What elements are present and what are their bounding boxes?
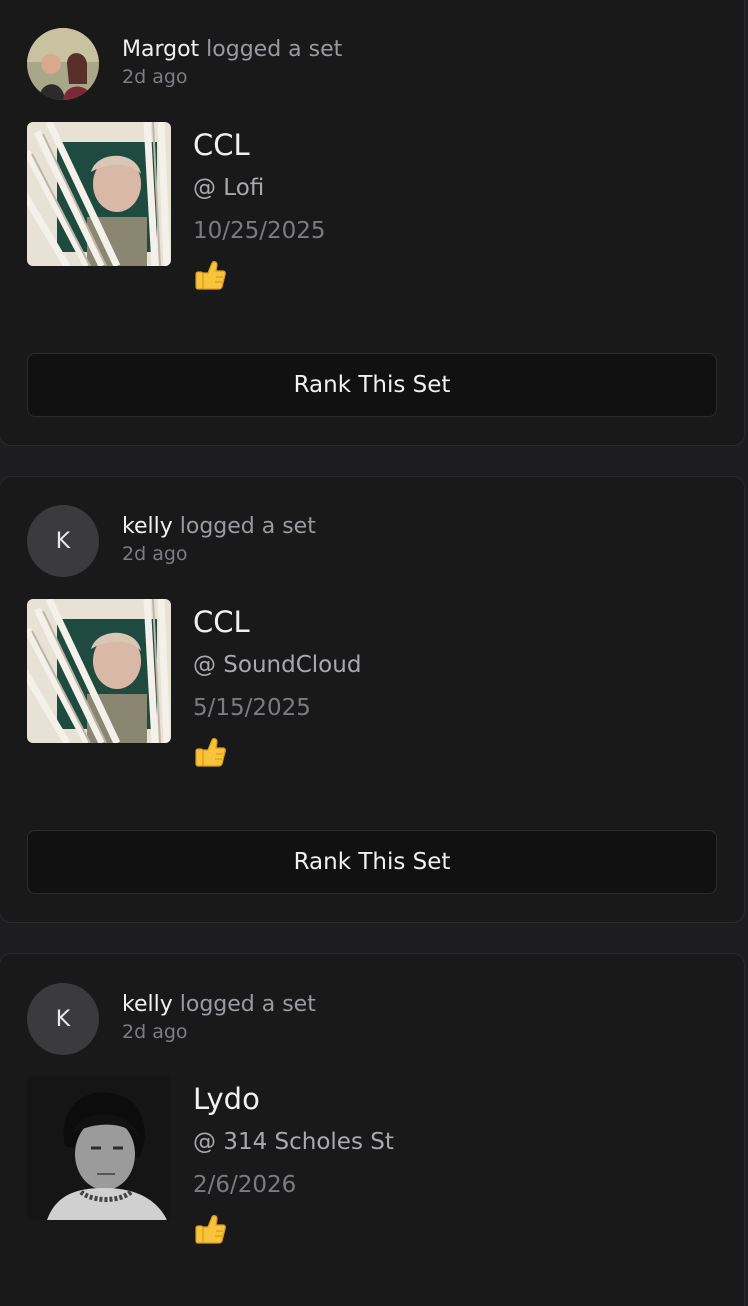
user-name[interactable]: kelly xyxy=(122,514,173,539)
set-title[interactable]: CCL xyxy=(193,126,326,164)
cover-art xyxy=(27,599,171,743)
thumbs-up-icon xyxy=(193,1212,227,1246)
post-header: K kelly logged a set 2d ago xyxy=(27,505,316,577)
set-details: CCL @ Lofi 10/25/2025 xyxy=(27,122,326,296)
set-date: 10/25/2025 xyxy=(193,218,326,244)
action-text: logged a set xyxy=(206,37,343,62)
post-meta: Margot logged a set 2d ago xyxy=(122,35,342,89)
feed-post-card: Margot logged a set 2d ago CCL @ Lofi 10… xyxy=(0,0,745,446)
activity-feed: Margot logged a set 2d ago CCL @ Lofi 10… xyxy=(0,0,748,1306)
post-header: Margot logged a set 2d ago xyxy=(27,28,342,100)
thumbs-up-icon xyxy=(193,258,227,292)
post-timestamp: 2d ago xyxy=(122,1021,188,1043)
rank-this-set-button[interactable]: Rank This Set xyxy=(27,830,717,894)
rank-this-set-button[interactable]: Rank This Set xyxy=(27,353,717,417)
set-info: Lydo @ 314 Scholes St 2/6/2026 xyxy=(193,1080,394,1250)
set-details: CCL @ SoundCloud 5/15/2025 xyxy=(27,599,361,773)
post-header: K kelly logged a set 2d ago xyxy=(27,983,316,1055)
post-meta: kelly logged a set 2d ago xyxy=(122,990,316,1044)
set-date: 5/15/2025 xyxy=(193,695,311,721)
user-avatar[interactable]: K xyxy=(27,983,99,1055)
user-avatar[interactable] xyxy=(27,28,99,100)
action-text: logged a set xyxy=(179,992,316,1017)
user-name[interactable]: kelly xyxy=(122,992,173,1017)
set-info: CCL @ SoundCloud 5/15/2025 xyxy=(193,603,361,773)
post-timestamp: 2d ago xyxy=(122,66,188,88)
feed-post-card: K kelly logged a set 2d ago CCL @ SoundC… xyxy=(0,476,745,923)
action-text: logged a set xyxy=(179,514,316,539)
avatar-photo xyxy=(27,28,99,100)
user-name[interactable]: Margot xyxy=(122,37,199,62)
post-timestamp: 2d ago xyxy=(122,543,188,565)
set-cover-image[interactable] xyxy=(27,599,171,743)
set-title[interactable]: CCL xyxy=(193,603,361,641)
set-info: CCL @ Lofi 10/25/2025 xyxy=(193,126,326,296)
set-date: 2/6/2026 xyxy=(193,1172,297,1198)
set-cover-image[interactable] xyxy=(27,122,171,266)
cover-art xyxy=(27,1076,171,1220)
set-venue: @ SoundCloud xyxy=(193,652,362,678)
set-details: Lydo @ 314 Scholes St 2/6/2026 xyxy=(27,1076,394,1250)
thumbs-up-icon xyxy=(193,735,227,769)
cover-art xyxy=(27,122,171,266)
feed-post-card: K kelly logged a set 2d ago Lydo @ 314 S… xyxy=(0,953,745,1306)
set-cover-image[interactable] xyxy=(27,1076,171,1220)
post-meta: kelly logged a set 2d ago xyxy=(122,512,316,566)
user-avatar[interactable]: K xyxy=(27,505,99,577)
set-venue: @ 314 Scholes St xyxy=(193,1129,394,1155)
set-title[interactable]: Lydo xyxy=(193,1080,394,1118)
set-venue: @ Lofi xyxy=(193,175,265,201)
